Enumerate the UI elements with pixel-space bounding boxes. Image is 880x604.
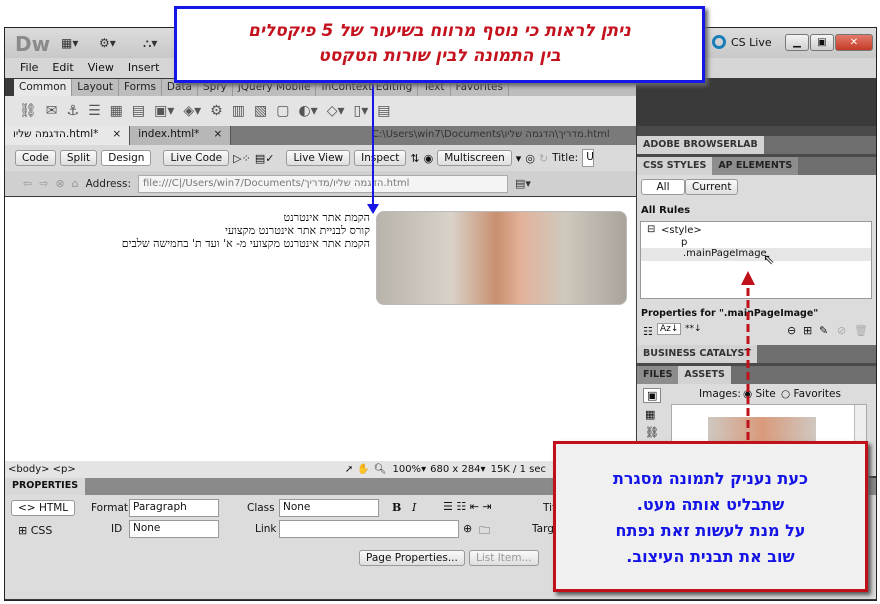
callout-line: ניתן לראות כי נוסף מרווח בשיעור של 5 פיק… (248, 21, 631, 41)
callout-line: שוב את תבנית העיצוב. (626, 547, 795, 566)
callout-line: על מנת לעשות זאת נפתח (615, 521, 806, 540)
callout-line: שתבליט אותה מעט. (636, 495, 785, 514)
callout-line: כעת נעניק לתמונה מסגרת (612, 469, 809, 488)
red-arrow-head (741, 271, 755, 285)
blue-arrow-head (367, 204, 379, 214)
top-callout: ניתן לראות כי נוסף מרווח בשיעור של 5 פיק… (174, 6, 705, 83)
callout-line: בין התמונה לבין שורות הטקסט (318, 46, 561, 66)
bottom-callout: כעת נעניק לתמונה מסגרת שתבליט אותה מעט. … (553, 441, 868, 592)
